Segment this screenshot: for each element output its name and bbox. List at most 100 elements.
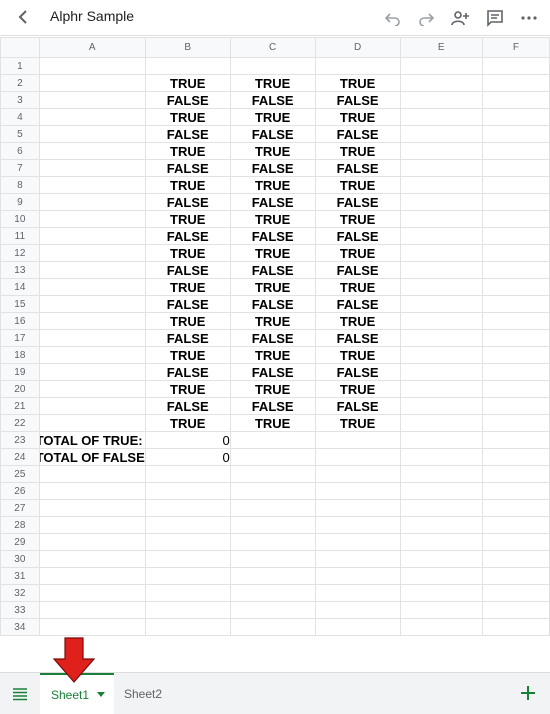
cell-b[interactable]: FALSE (144, 329, 231, 347)
cell-d[interactable] (314, 499, 401, 517)
cell-a[interactable] (38, 125, 146, 143)
cell-f[interactable] (481, 584, 550, 602)
cell-f[interactable] (481, 176, 550, 194)
cell-a[interactable] (38, 346, 146, 364)
cell-e[interactable] (399, 346, 483, 364)
cell-c[interactable]: FALSE (229, 159, 316, 177)
cell-f[interactable] (481, 618, 550, 636)
cell-b[interactable]: TRUE (144, 210, 231, 228)
cell-e[interactable] (399, 465, 483, 483)
cell-c[interactable]: FALSE (229, 193, 316, 211)
cell-f[interactable] (481, 125, 550, 143)
cell-b[interactable] (144, 584, 231, 602)
cell-f[interactable] (481, 227, 550, 245)
cell-d[interactable]: TRUE (314, 108, 401, 126)
cell-e[interactable] (399, 142, 483, 160)
cell-a[interactable] (38, 533, 146, 551)
cell-d[interactable] (314, 465, 401, 483)
cell-b[interactable] (144, 533, 231, 551)
cell-e[interactable] (399, 91, 483, 109)
plus-icon[interactable] (516, 681, 540, 705)
row-header[interactable]: 18 (0, 346, 40, 364)
cell-f[interactable] (481, 431, 550, 449)
cell-c[interactable] (229, 550, 316, 568)
cell-b[interactable]: FALSE (144, 363, 231, 381)
row-header[interactable]: 9 (0, 193, 40, 211)
cell-f[interactable] (481, 380, 550, 398)
cell-f[interactable] (481, 193, 550, 211)
cell-a[interactable]: TOTAL OF FALSE (38, 448, 146, 466)
cell-b[interactable]: TRUE (144, 414, 231, 432)
cell-a[interactable] (38, 482, 146, 500)
cell-f[interactable] (481, 533, 550, 551)
cell-f[interactable] (481, 329, 550, 347)
cell-c[interactable] (229, 431, 316, 449)
cell-d[interactable]: FALSE (314, 227, 401, 245)
cell-c[interactable]: FALSE (229, 329, 316, 347)
cell-e[interactable] (399, 329, 483, 347)
cell-d[interactable] (314, 618, 401, 636)
cell-d[interactable] (314, 584, 401, 602)
cell-e[interactable] (399, 125, 483, 143)
cell-e[interactable] (399, 380, 483, 398)
cell-a[interactable]: TOTAL OF TRUE: (38, 431, 146, 449)
cell-d[interactable]: TRUE (314, 210, 401, 228)
cell-d[interactable]: TRUE (314, 312, 401, 330)
row-header[interactable]: 30 (0, 550, 40, 568)
cell-d[interactable]: FALSE (314, 295, 401, 313)
row-header[interactable]: 8 (0, 176, 40, 194)
row-header[interactable]: 20 (0, 380, 40, 398)
cell-e[interactable] (399, 397, 483, 415)
cell-d[interactable]: FALSE (314, 159, 401, 177)
row-header[interactable]: 21 (0, 397, 40, 415)
cell-a[interactable] (38, 74, 146, 92)
cell-d[interactable] (314, 448, 401, 466)
cell-a[interactable] (38, 601, 146, 619)
cell-d[interactable]: FALSE (314, 397, 401, 415)
cell-a[interactable] (38, 516, 146, 534)
row-header[interactable]: 28 (0, 516, 40, 534)
row-header[interactable]: 25 (0, 465, 40, 483)
row-header[interactable]: 33 (0, 601, 40, 619)
cell-e[interactable] (399, 193, 483, 211)
cell-d[interactable]: TRUE (314, 142, 401, 160)
cell-d[interactable]: TRUE (314, 380, 401, 398)
cell-f[interactable] (481, 448, 550, 466)
cell-b[interactable] (144, 567, 231, 585)
cell-e[interactable] (399, 261, 483, 279)
cell-f[interactable] (481, 363, 550, 381)
cell-f[interactable] (481, 244, 550, 262)
cell-c[interactable]: TRUE (229, 414, 316, 432)
cell-e[interactable] (399, 278, 483, 296)
undo-icon[interactable] (381, 6, 405, 30)
cell-d[interactable] (314, 431, 401, 449)
add-person-icon[interactable] (448, 6, 472, 30)
cell-b[interactable]: TRUE (144, 278, 231, 296)
cell-a[interactable] (38, 567, 146, 585)
cell-b[interactable] (144, 482, 231, 500)
cell-a[interactable] (38, 57, 146, 75)
cell-e[interactable] (399, 414, 483, 432)
row-header[interactable]: 32 (0, 584, 40, 602)
cell-e[interactable] (399, 74, 483, 92)
cell-d[interactable] (314, 57, 401, 75)
cell-a[interactable] (38, 278, 146, 296)
back-arrow-icon[interactable] (12, 6, 34, 28)
menu-icon[interactable] (8, 682, 32, 706)
cell-b[interactable]: FALSE (144, 125, 231, 143)
cell-f[interactable] (481, 465, 550, 483)
row-header[interactable]: 31 (0, 567, 40, 585)
cell-d[interactable] (314, 567, 401, 585)
cell-d[interactable]: FALSE (314, 329, 401, 347)
cell-e[interactable] (399, 584, 483, 602)
row-header[interactable]: 11 (0, 227, 40, 245)
cell-c[interactable]: TRUE (229, 108, 316, 126)
cell-c[interactable]: FALSE (229, 397, 316, 415)
row-header[interactable]: 23 (0, 431, 40, 449)
cell-c[interactable] (229, 465, 316, 483)
cell-b[interactable]: TRUE (144, 74, 231, 92)
cell-b[interactable]: 0 (144, 448, 231, 466)
cell-d[interactable]: FALSE (314, 125, 401, 143)
cell-c[interactable]: FALSE (229, 261, 316, 279)
cell-f[interactable] (481, 278, 550, 296)
